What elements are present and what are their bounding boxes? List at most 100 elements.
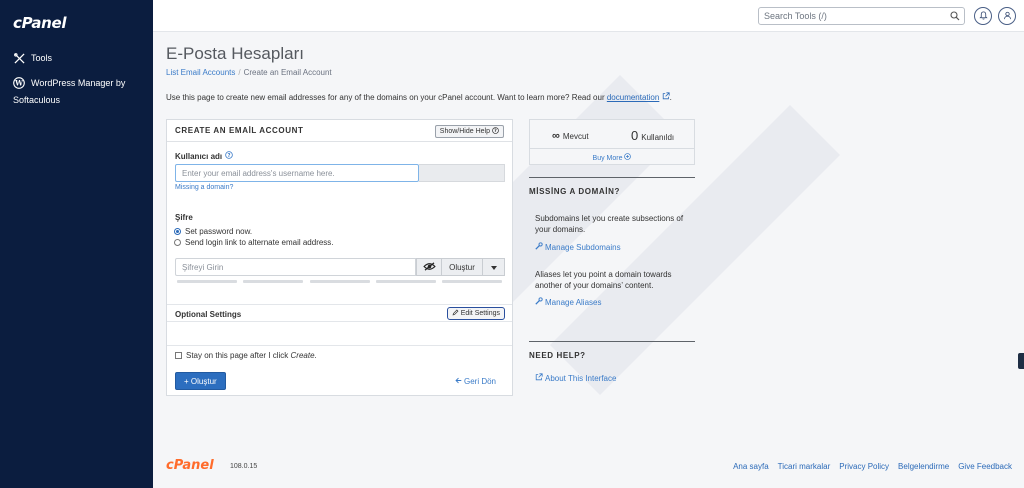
- generate-password-button[interactable]: Oluştur: [442, 258, 483, 276]
- bell-icon: [978, 10, 988, 22]
- breadcrumb-list-email-accounts[interactable]: List Email Accounts: [166, 68, 235, 77]
- sidebar-item-label: WordPress Manager by: [31, 78, 126, 88]
- svg-text:?: ?: [494, 128, 497, 134]
- password-strength-segment: [243, 280, 303, 283]
- side-feedback-tab[interactable]: [1018, 353, 1024, 369]
- footer-link-privacy-policy[interactable]: Privacy Policy: [839, 462, 889, 471]
- card-header: CREATE AN EMAİL ACCOUNT Show/Hide Help ?: [167, 120, 512, 142]
- stat-used-count: 0: [631, 128, 639, 143]
- divider: [530, 148, 694, 149]
- radio-set-password-now[interactable]: Set password now.: [174, 227, 252, 236]
- password-strength-segment: [310, 280, 370, 283]
- stay-on-page-checkbox[interactable]: [175, 352, 182, 359]
- domain-select[interactable]: [419, 164, 505, 182]
- missing-domain-link[interactable]: Missing a domain?: [175, 184, 233, 191]
- breadcrumb-current: Create an Email Account: [243, 68, 332, 77]
- radio-label: Set password now.: [185, 227, 253, 236]
- wrench-icon: [535, 297, 543, 307]
- cpanel-logo[interactable]: cPanel: [13, 14, 67, 32]
- toggle-password-visibility-button[interactable]: [416, 258, 442, 276]
- subdomains-description: Subdomains let you create subsections of…: [535, 214, 684, 234]
- page-title: E-Posta Hesapları: [166, 44, 304, 63]
- generate-options-button[interactable]: [483, 258, 505, 276]
- breadcrumb: List Email Accounts / Create an Email Acco…: [166, 68, 332, 77]
- aliases-description: Aliases let you point a domain towards a…: [535, 270, 672, 290]
- optional-settings-label: Optional Settings: [175, 310, 242, 319]
- password-strength-segment: [177, 280, 237, 283]
- radio-send-login-link[interactable]: Send login link to alternate email addre…: [174, 238, 334, 247]
- password-input[interactable]: [175, 258, 416, 276]
- show-hide-help-button[interactable]: Show/Hide Help ?: [434, 125, 504, 138]
- tools-icon: [13, 52, 25, 64]
- manage-subdomains-link[interactable]: Manage Subdomains: [535, 242, 621, 252]
- breadcrumb-separator: /: [238, 68, 241, 77]
- wordpress-icon: W: [13, 77, 25, 89]
- need-help-heading: NEED HELP?: [529, 341, 695, 360]
- version-label: 108.0.15: [230, 463, 258, 470]
- about-this-interface-link[interactable]: About This Interface: [535, 373, 616, 383]
- sidebar-item-label-line2[interactable]: Softaculous: [13, 92, 60, 108]
- footer-link-documentation[interactable]: Belgelendirme: [898, 462, 949, 471]
- sidebar-item-label: Tools: [31, 53, 53, 63]
- stay-text: Stay on this page after I click: [186, 351, 289, 360]
- manage-aliases-label: Manage Aliases: [545, 297, 602, 307]
- username-input[interactable]: [175, 164, 419, 182]
- help-button-label: Show/Hide Help: [439, 128, 490, 135]
- stat-used-label: Kullanıldı: [641, 133, 675, 142]
- svg-text:?: ?: [228, 153, 231, 159]
- intro-sentence: Use this page to create new email addres…: [166, 93, 605, 102]
- search-input[interactable]: [759, 8, 944, 24]
- stay-text-emphasis: Create: [290, 351, 315, 360]
- buy-more-link[interactable]: Buy More: [530, 153, 694, 162]
- eye-slash-icon: [422, 261, 436, 273]
- edit-settings-button[interactable]: Edit Settings: [446, 307, 505, 320]
- svg-text:W: W: [14, 79, 23, 88]
- help-icon[interactable]: ?: [225, 151, 233, 161]
- notifications-button[interactable]: [974, 7, 992, 25]
- stay-on-page-label: Stay on this page after I click Create.: [186, 351, 317, 360]
- user-menu-button[interactable]: [998, 7, 1016, 25]
- stay-text-end: .: [314, 351, 317, 360]
- footer-links: Ana sayfa Ticari markalar Privacy Policy…: [733, 462, 1012, 471]
- create-email-form-card: CREATE AN EMAİL ACCOUNT Show/Hide Help ?…: [166, 119, 513, 396]
- buy-more-label: Buy More: [592, 155, 623, 162]
- intro-text: Use this page to create new email addres…: [166, 92, 672, 102]
- manage-aliases-link[interactable]: Manage Aliases: [535, 297, 601, 307]
- stat-available: ∞ Mevcut: [552, 130, 589, 142]
- missing-domain-heading: MİSSİNG A DOMAİN?: [529, 177, 695, 196]
- search-box: [758, 7, 965, 25]
- external-link-icon: [662, 92, 670, 102]
- user-icon: [1003, 11, 1012, 22]
- edit-settings-label: Edit Settings: [460, 310, 500, 317]
- footer-link-trademarks[interactable]: Ticari markalar: [778, 462, 831, 471]
- footer-cpanel-logo: cPanel: [166, 458, 214, 473]
- username-label: Kullanıcı adı ?: [175, 151, 233, 161]
- footer-link-give-feedback[interactable]: Give Feedback: [958, 462, 1012, 471]
- radio-button-selected[interactable]: [174, 228, 181, 235]
- form-title: CREATE AN EMAİL ACCOUNT: [175, 126, 304, 135]
- arrow-left-icon: [455, 377, 462, 386]
- external-link-icon: [535, 373, 543, 383]
- stat-used: 0 Kullanıldı: [631, 128, 674, 143]
- wrench-icon: [535, 242, 543, 252]
- about-this-interface-label: About This Interface: [545, 373, 617, 383]
- footer-link-home[interactable]: Ana sayfa: [733, 462, 769, 471]
- search-icon[interactable]: [950, 11, 960, 21]
- password-strength-segment: [376, 280, 436, 283]
- question-circle-icon: ?: [492, 127, 499, 136]
- go-back-link[interactable]: Geri Dön: [455, 377, 496, 386]
- create-button[interactable]: + Oluştur: [175, 372, 226, 390]
- sidebar-item-tools[interactable]: Tools: [13, 50, 52, 66]
- plus-circle-icon: [624, 153, 632, 162]
- sidebar-item-wordpress-manager[interactable]: W WordPress Manager by: [13, 75, 145, 91]
- top-bar: [153, 0, 1024, 32]
- stay-on-page-option[interactable]: Stay on this page after I click Create.: [175, 351, 317, 360]
- intro-end: .: [669, 93, 672, 102]
- radio-label: Send login link to alternate email addre…: [185, 238, 334, 247]
- radio-button[interactable]: [174, 239, 181, 246]
- go-back-label: Geri Dön: [463, 377, 496, 386]
- documentation-link[interactable]: documentation: [607, 93, 659, 102]
- manage-subdomains-label: Manage Subdomains: [545, 242, 621, 252]
- username-label-text: Kullanıcı adı: [175, 151, 223, 161]
- pencil-icon: [452, 309, 459, 318]
